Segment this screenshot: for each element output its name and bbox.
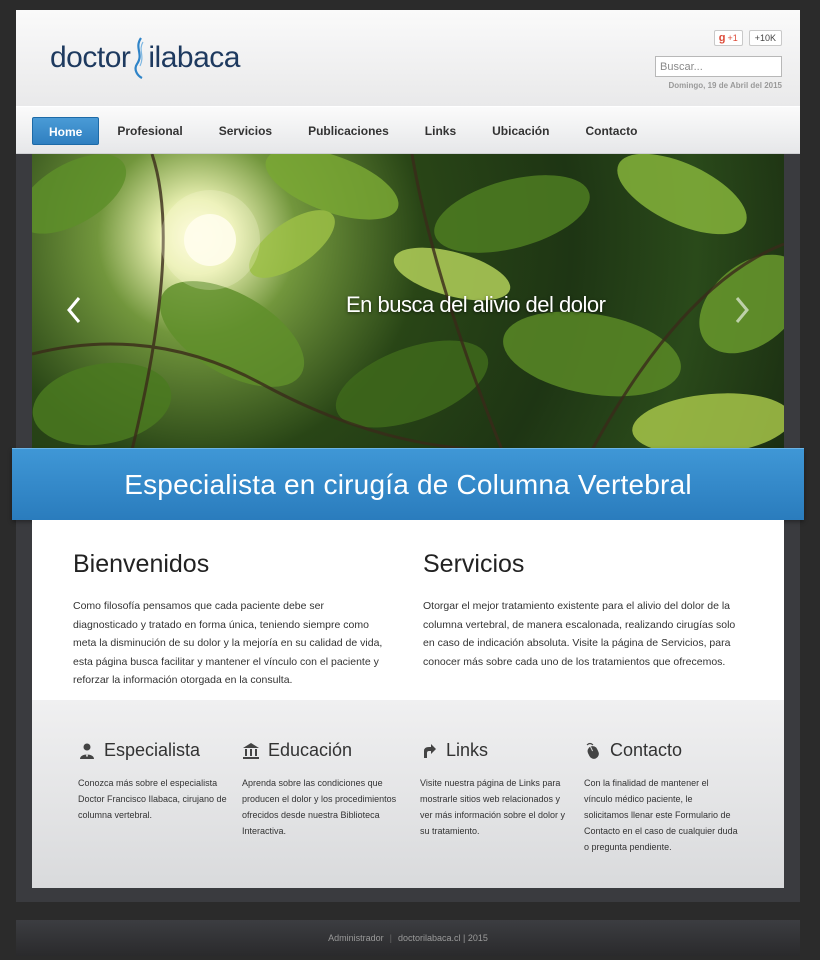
page-container: doctor ilabaca g +1 +10K Domingo, 19 de … [12, 10, 804, 902]
nav-ubicacion[interactable]: Ubicación [474, 117, 567, 145]
social-buttons: g +1 +10K [713, 30, 782, 46]
feature-text: Con la finalidad de mantener el vínculo … [584, 778, 738, 852]
welcome-title: Bienvenidos [73, 550, 210, 578]
feature-title: Educación [268, 740, 353, 760]
chevron-left-icon[interactable] [62, 294, 86, 326]
specialty-banner: Especialista en cirugía de Columna Verte… [12, 448, 804, 520]
hero-slider[interactable]: En busca del alivio del dolor [32, 154, 784, 450]
services-title: Servicios [423, 550, 525, 578]
feature-text: Conozca más sobre el especialista Doctor… [78, 778, 227, 820]
nav-publicaciones[interactable]: Publicaciones [290, 117, 407, 145]
logo-text-right: ilabaca [148, 41, 240, 74]
feature-educacion[interactable]: Educación Aprenda sobre las condiciones … [242, 740, 397, 839]
services-section: Servicios Otorgar el mejor tratamiento e… [423, 550, 738, 671]
nav-contacto[interactable]: Contacto [567, 117, 655, 145]
feature-text: Visite nuestra página de Links para most… [420, 778, 566, 836]
feature-title: Contacto [610, 740, 683, 760]
banner-text: Especialista en cirugía de Columna Verte… [124, 468, 692, 500]
services-text: Otorgar el mejor tratamiento existente p… [423, 600, 736, 668]
logo-text-left: doctor [50, 41, 131, 74]
google-plus-count: +10K [748, 30, 782, 46]
mouse-icon [586, 742, 599, 759]
footer-separator: | [389, 933, 392, 943]
logo-swoosh-icon [134, 37, 144, 79]
current-date: Domingo, 19 de Abril del 2015 [668, 81, 782, 90]
features-section: Especialista Conozca más sobre el especi… [32, 700, 784, 888]
header: doctor ilabaca g +1 +10K Domingo, 19 de … [16, 10, 800, 106]
feature-contacto[interactable]: Contacto Con la finalidad de mantener el… [584, 740, 739, 855]
search-input[interactable] [655, 56, 782, 77]
welcome-section: Bienvenidos Como filosofía pensamos que … [73, 550, 388, 690]
feature-title: Links [446, 740, 489, 760]
footer-admin-link[interactable]: Administrador [328, 933, 384, 943]
footer: Administrador | doctorilabaca.cl | 2015 [16, 920, 800, 956]
nav-servicios[interactable]: Servicios [201, 117, 290, 145]
slide-caption: En busca del alivio del dolor [346, 292, 606, 317]
footer-site: doctorilabaca.cl | 2015 [397, 933, 488, 943]
logo[interactable]: doctor ilabaca [50, 36, 240, 80]
nav-home[interactable]: Home [32, 117, 100, 145]
nav-profesional[interactable]: Profesional [99, 117, 200, 145]
feature-text: Aprenda sobre las condiciones que produc… [242, 778, 397, 836]
feature-links[interactable]: Links Visite nuestra página de Links par… [420, 740, 575, 839]
main-nav: Home Profesional Servicios Publicaciones… [16, 106, 800, 154]
person-icon [80, 743, 94, 759]
building-icon [243, 742, 259, 759]
welcome-text: Como filosofía pensamos que cada pacient… [73, 600, 383, 686]
arrow-icon [424, 743, 436, 758]
google-plus-button[interactable]: g +1 [713, 30, 743, 46]
feature-title: Especialista [104, 740, 201, 760]
nav-links[interactable]: Links [407, 117, 474, 145]
main-content: Bienvenidos Como filosofía pensamos que … [32, 520, 784, 700]
google-plus-icon: g [718, 32, 726, 44]
google-plus-label: +1 [727, 33, 738, 43]
chevron-right-icon[interactable] [730, 294, 754, 326]
feature-especialista[interactable]: Especialista Conozca más sobre el especi… [78, 740, 233, 823]
